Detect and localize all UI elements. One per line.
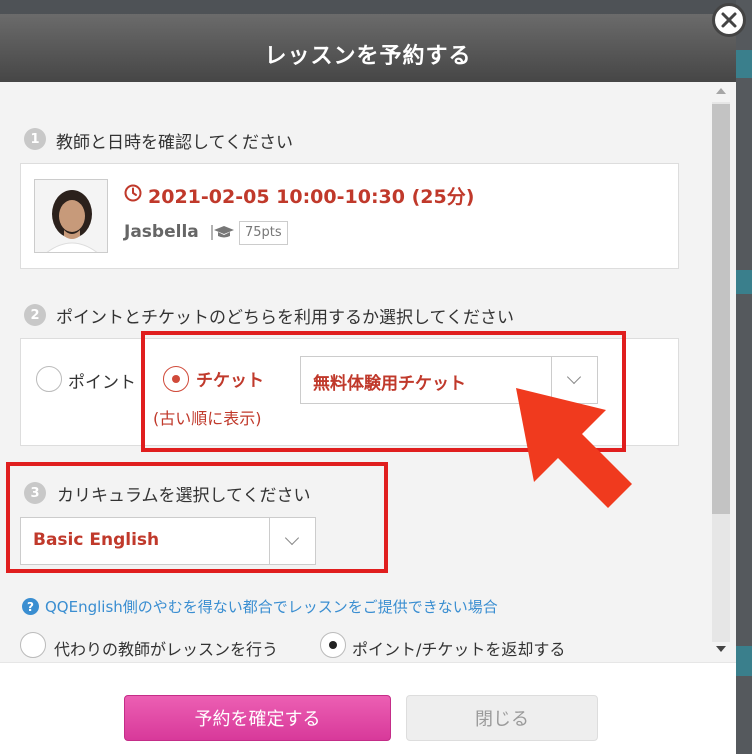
highlight-box-curriculum bbox=[6, 462, 388, 573]
step-1-label: 教師と日時を確認してください bbox=[56, 133, 293, 153]
scroll-thumb[interactable] bbox=[712, 104, 730, 514]
annotation-arrow-icon bbox=[516, 388, 632, 508]
substitute-teacher-label[interactable]: 代わりの教師がレッスンを行う bbox=[54, 636, 278, 660]
teacher-points-badge: 75pts bbox=[239, 221, 288, 245]
points-option-label[interactable]: ポイント bbox=[68, 368, 136, 393]
clock-icon bbox=[124, 184, 142, 207]
cancellation-info-text[interactable]: QQEnglish側のやむを得ない都合でレッスンをご提供できない場合 bbox=[45, 596, 498, 617]
teacher-info-panel bbox=[20, 163, 679, 269]
confirm-booking-button[interactable]: 予約を確定する bbox=[124, 695, 391, 741]
step-2-number: 2 bbox=[24, 304, 46, 326]
scroll-up-arrow-icon[interactable] bbox=[716, 88, 726, 94]
graduation-cap-icon bbox=[210, 222, 234, 246]
substitute-teacher-radio[interactable] bbox=[20, 632, 46, 658]
close-x-circle-icon[interactable] bbox=[712, 3, 746, 37]
background-page-right bbox=[736, 0, 752, 754]
cancellation-info-link[interactable]: ? QQEnglish側のやむを得ない都合でレッスンをご提供できない場合 bbox=[22, 596, 498, 617]
lesson-datetime: 2021-02-05 10:00-10:30 (25分) bbox=[124, 182, 474, 209]
points-radio[interactable] bbox=[36, 366, 62, 392]
background-strip bbox=[736, 50, 752, 78]
dialog-title: レッスンを予約する bbox=[264, 44, 472, 69]
close-button[interactable]: 閉じる bbox=[406, 695, 598, 741]
scroll-down-arrow-icon[interactable] bbox=[716, 646, 726, 652]
background-page-top bbox=[0, 0, 752, 14]
question-icon: ? bbox=[22, 598, 39, 615]
background-strip bbox=[736, 270, 752, 294]
step-1-number: 1 bbox=[24, 128, 46, 150]
refund-radio[interactable] bbox=[320, 632, 346, 658]
teacher-avatar[interactable] bbox=[34, 179, 108, 253]
refund-label[interactable]: ポイント/チケットを返却する bbox=[352, 636, 565, 660]
step-2-label: ポイントとチケットのどちらを利用するか選択してください bbox=[56, 308, 514, 328]
background-strip bbox=[736, 646, 752, 676]
lesson-datetime-text: 2021-02-05 10:00-10:30 (25分) bbox=[148, 186, 475, 208]
teacher-name[interactable]: Jasbella bbox=[124, 222, 199, 242]
dialog-scrollbar[interactable] bbox=[708, 82, 736, 662]
